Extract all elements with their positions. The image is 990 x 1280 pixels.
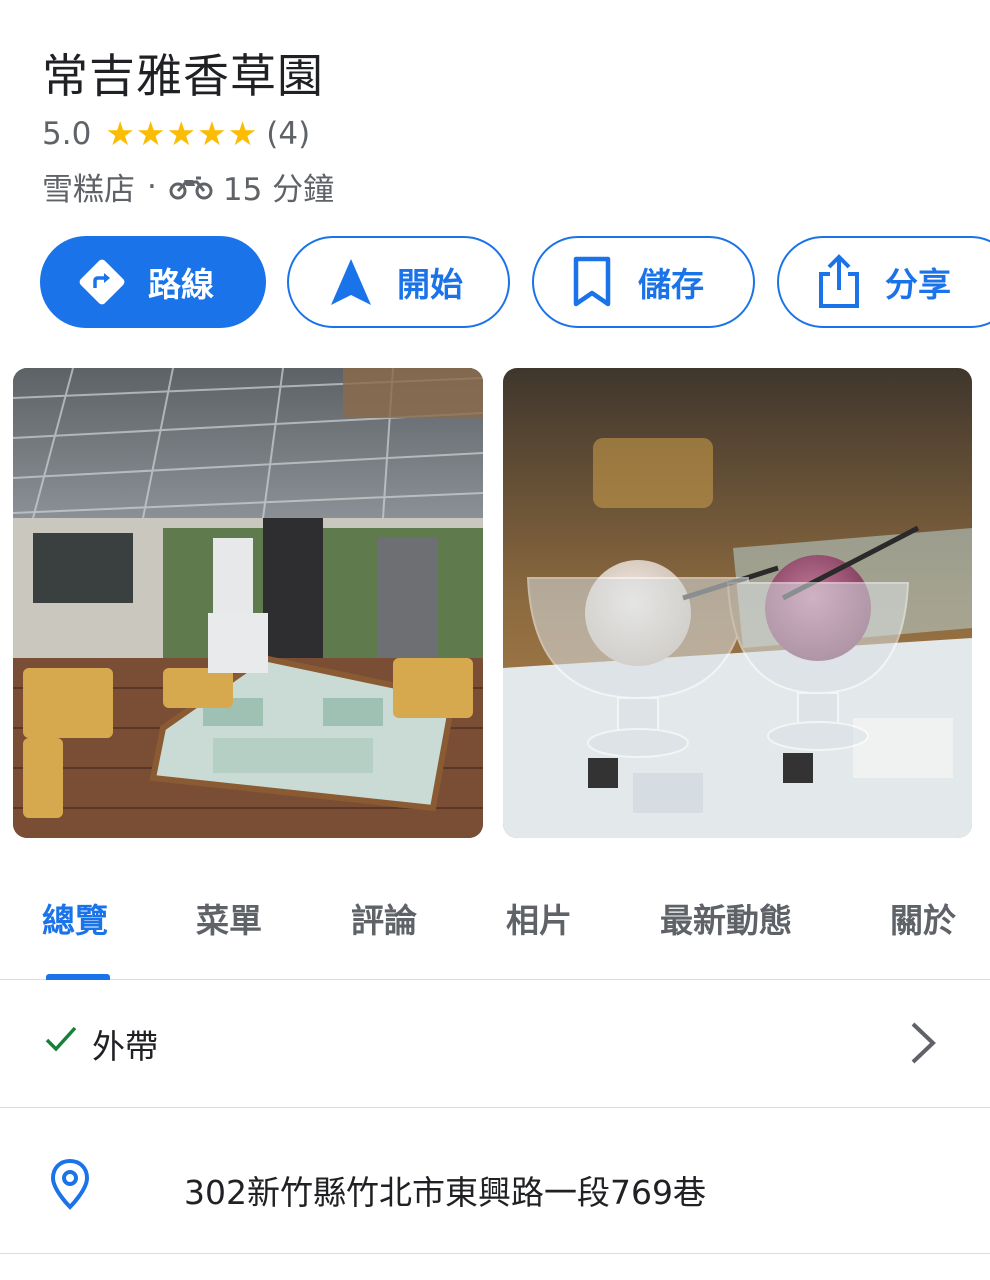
- takeout-row[interactable]: 外帶: [0, 980, 990, 1108]
- address-row[interactable]: 302新竹縣竹北市東興路一段769巷: [0, 1108, 990, 1254]
- rating-row[interactable]: 5.0 ★ ★ ★ ★ ★ (4): [42, 114, 310, 153]
- outdoor-patio-photo[interactable]: [13, 368, 483, 838]
- share-icon: [811, 254, 867, 310]
- star-rating: ★ ★ ★ ★ ★: [105, 114, 258, 153]
- review-count[interactable]: (4): [266, 116, 310, 152]
- bookmark-icon: [564, 254, 620, 310]
- share-button[interactable]: 分享: [777, 236, 990, 328]
- star-icon: ★: [197, 114, 227, 153]
- star-icon: ★: [227, 114, 258, 153]
- motorcycle-icon: [169, 174, 213, 200]
- star-icon: ★: [135, 114, 166, 153]
- ice-cream-cups-photo[interactable]: [503, 368, 972, 838]
- tab-photos[interactable]: 相片: [506, 894, 572, 942]
- save-button[interactable]: 儲存: [532, 236, 755, 328]
- place-title: 常吉雅香草園: [42, 49, 324, 103]
- tab-reviews[interactable]: 評論: [351, 894, 417, 942]
- rating-value: 5.0: [42, 115, 92, 152]
- place-tabs: 總覽 菜單 評論 相片 最新動態 關於: [0, 880, 990, 980]
- directions-icon: [74, 254, 130, 310]
- travel-time: 15 分鐘: [222, 172, 335, 208]
- check-icon: [44, 1024, 78, 1058]
- save-label: 儲存: [638, 265, 704, 304]
- star-icon: ★: [166, 114, 197, 153]
- start-label: 開始: [397, 265, 463, 304]
- meta-row: 雪糕店 · 15 分鐘: [42, 164, 334, 209]
- star-icon: ★: [105, 114, 135, 153]
- share-label: 分享: [885, 265, 951, 304]
- address-text[interactable]: 302新竹縣竹北市東興路一段769巷: [184, 1166, 706, 1214]
- category-label: 雪糕店: [42, 172, 135, 208]
- chevron-right-icon: [908, 1020, 938, 1070]
- tab-menu[interactable]: 菜單: [196, 894, 262, 942]
- tab-overview[interactable]: 總覽: [42, 894, 108, 942]
- location-pin-icon: [50, 1158, 90, 1214]
- directions-button[interactable]: 路線: [40, 236, 266, 328]
- tab-about[interactable]: 關於: [890, 894, 956, 942]
- directions-label: 路線: [148, 265, 214, 304]
- takeout-label: 外帶: [92, 1027, 158, 1066]
- separator: ·: [147, 168, 157, 205]
- navigation-arrow-icon: [323, 254, 379, 310]
- tab-updates[interactable]: 最新動態: [660, 894, 792, 942]
- start-button[interactable]: 開始: [287, 236, 510, 328]
